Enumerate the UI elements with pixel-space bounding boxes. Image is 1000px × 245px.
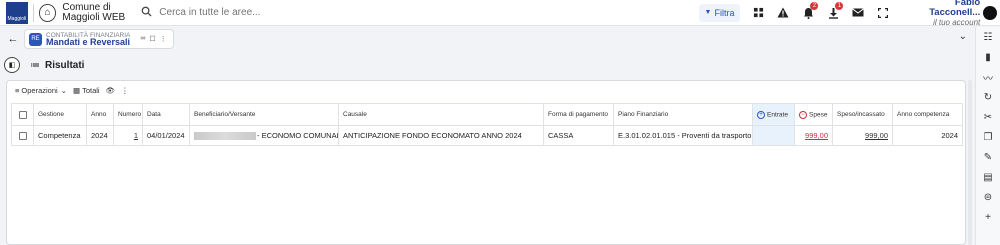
plus-circle-icon: + (757, 110, 765, 119)
maggioli-logo: Maggioli (6, 1, 28, 24)
tools-icon[interactable]: ✂ (976, 107, 1000, 127)
eye-icon[interactable]: 👁 (106, 86, 116, 95)
list-settings-icon[interactable]: ☷ (976, 27, 1000, 47)
chevron-down-icon[interactable]: ⌄ (959, 31, 967, 42)
user-name: Fabio Tacconell... (929, 0, 981, 18)
downloads-badge: 1 (835, 1, 844, 10)
cell-anno: 2024 (86, 125, 114, 146)
filter-button[interactable]: ▼ Filtra (698, 3, 741, 22)
tab-mandati-reversali[interactable]: RE CONTABILITÀ FINANZIARIA Mandati e Rev… (24, 29, 174, 49)
apps-grid-icon[interactable] (747, 2, 769, 24)
table-header-row: Gestione Anno Numero Data Beneficiario/V… (11, 103, 963, 126)
totals-label: Totali (82, 85, 100, 95)
grid-toolbar: ≡ Operazioni ⌄ ▦ Totali 👁 ⋮ (7, 81, 965, 99)
cell-anno-competenza: 2024 (892, 125, 963, 146)
column-header-gestione[interactable]: Gestione (33, 103, 87, 126)
home-icon[interactable]: ⌂ (38, 3, 57, 22)
add-icon[interactable]: + (976, 207, 1000, 227)
search-input[interactable] (159, 7, 680, 18)
cell-entrate (752, 125, 795, 146)
redacted-name (194, 132, 256, 140)
cell-numero-link[interactable]: 1 (134, 131, 138, 140)
warning-icon[interactable] (772, 2, 794, 24)
app-title[interactable]: Comune di Maggioli WEB (62, 1, 131, 23)
book-icon[interactable]: ▮ (976, 47, 1000, 67)
list-icon: ≔ (30, 59, 40, 71)
results-header: ◧ ≔ Risultati (0, 54, 975, 76)
minus-circle-icon: − (799, 110, 807, 119)
more-options-icon[interactable]: ⋮ (160, 35, 167, 43)
user-menu[interactable]: Fabio Tacconell... il tuo account (902, 0, 980, 28)
chevron-down-icon: ⌄ (60, 85, 67, 95)
results-title: Risultati (45, 59, 85, 71)
history-icon[interactable]: ↻ (976, 87, 1000, 107)
cell-beneficiario: - ECONOMO COMUNALE (189, 125, 339, 146)
vertical-scrollbar[interactable] (968, 80, 972, 245)
column-header-anno-competenza[interactable]: Anno competenza (892, 103, 963, 126)
global-search[interactable] (141, 3, 692, 23)
cell-data: 04/01/2024 (142, 125, 190, 146)
panel-toggle-icon[interactable]: ◧ (4, 57, 20, 73)
column-header-anno[interactable]: Anno (86, 103, 114, 126)
calculator-icon: ▦ (72, 85, 81, 95)
tab-bar: ← RE CONTABILITÀ FINANZIARIA Mandati e R… (0, 27, 975, 51)
cell-speso-link[interactable]: 999,00 (865, 131, 888, 140)
column-header-piano-finanziario[interactable]: Piano Finanziario (613, 103, 753, 126)
cell-gestione: Competenza (33, 125, 87, 146)
menu-icon: ≡ (15, 85, 20, 95)
bookmark-icon[interactable]: ☐ (149, 35, 155, 43)
results-table: Gestione Anno Numero Data Beneficiario/V… (11, 103, 963, 146)
link-icon[interactable]: ∞ (140, 35, 145, 43)
column-header-spese[interactable]: − Spese (794, 103, 833, 126)
filter-label: Filtra (714, 7, 735, 18)
coins-icon[interactable]: ⊜ (976, 187, 1000, 207)
logo-text: Maggioli (7, 15, 27, 22)
select-all-checkbox[interactable] (11, 103, 34, 126)
column-header-entrate[interactable]: + Entrate (752, 103, 795, 126)
copy-icon[interactable]: ❐ (976, 127, 1000, 147)
tab-title: Mandati e Reversali (46, 37, 131, 47)
results-card: ≡ Operazioni ⌄ ▦ Totali 👁 ⋮ Gestione Ann… (6, 80, 966, 245)
tab-avatar: RE (29, 32, 42, 46)
top-bar: Maggioli ⌂ Comune di Maggioli WEB ▼ Filt… (0, 0, 1000, 28)
spese-label: Spese (809, 111, 828, 119)
user-avatar-icon[interactable] (983, 5, 998, 20)
search-icon (141, 6, 155, 20)
column-header-speso-incassato[interactable]: Speso/incassato (832, 103, 893, 126)
cell-causale: ANTICIPAZIONE FONDO ECONOMATO ANNO 2024 (338, 125, 544, 146)
column-header-forma-pagamento[interactable]: Forma di pagamento (543, 103, 614, 126)
entrate-label: Entrate (767, 111, 788, 119)
notifications-bell-icon[interactable]: 2 (797, 1, 819, 24)
cell-forma-pagamento: CASSA (543, 125, 614, 146)
cell-piano-finanziario: E.3.01.02.01.015 - Proventi da trasporto (613, 125, 753, 146)
edit-document-icon[interactable]: ✎ (976, 147, 1000, 167)
app-title-line2: Maggioli WEB (62, 11, 126, 23)
mail-icon[interactable] (847, 2, 869, 24)
row-checkbox[interactable] (11, 125, 34, 146)
trend-line-icon[interactable]: 〰 (976, 67, 1000, 87)
app-title-line1: Comune di (62, 1, 111, 13)
more-options-icon[interactable]: ⋮ (121, 86, 129, 95)
right-sidebar: ☷ ▮ 〰 ↻ ✂ ❐ ✎ ▤ ⊜ + (975, 27, 1000, 245)
cell-spese-link[interactable]: 999,00 (805, 131, 828, 140)
back-arrow-icon[interactable]: ← (4, 33, 22, 45)
column-header-data[interactable]: Data (142, 103, 190, 126)
notifications-badge: 2 (810, 1, 819, 10)
divider (32, 3, 34, 22)
beneficiario-text: - ECONOMO COMUNALE (257, 130, 339, 140)
column-header-causale[interactable]: Causale (338, 103, 544, 126)
fullscreen-icon[interactable] (872, 2, 894, 24)
download-icon[interactable]: 1 (822, 1, 844, 24)
column-header-beneficiario[interactable]: Beneficiario/Versante (189, 103, 339, 126)
user-account-link: il tuo account (933, 17, 981, 27)
totals-button[interactable]: ▦ Totali (73, 86, 100, 95)
filter-icon: ▼ (704, 9, 712, 16)
table-row[interactable]: Competenza 2024 1 04/01/2024 - ECONOMO C… (11, 125, 963, 146)
operations-menu[interactable]: ≡ Operazioni ⌄ (15, 86, 67, 95)
operations-label: Operazioni (21, 85, 58, 95)
file-icon[interactable]: ▤ (976, 167, 1000, 187)
column-header-numero[interactable]: Numero (113, 103, 143, 126)
